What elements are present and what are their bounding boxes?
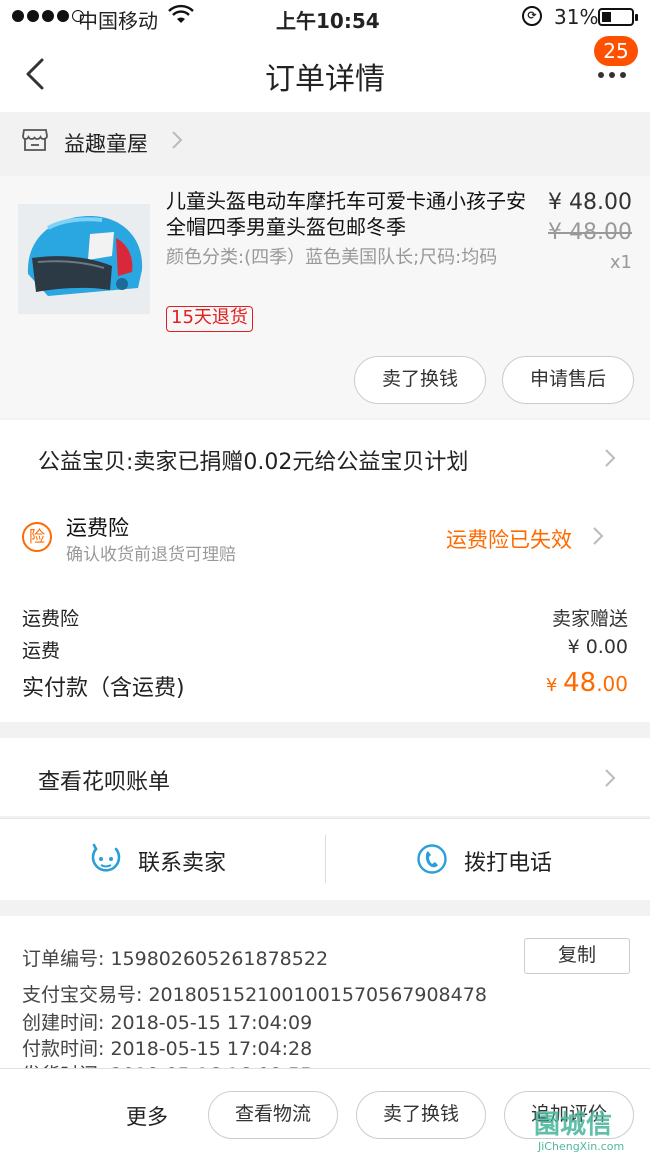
wifi-icon [168, 4, 194, 32]
battery-icon [598, 8, 638, 26]
after-sale-button[interactable]: 申请售后 [502, 356, 634, 404]
more-menu-button[interactable] [588, 62, 636, 92]
clock: 上午10:54 [276, 9, 380, 33]
watermark-url: JiChengXin.com [538, 1140, 625, 1153]
total-paid-value: ¥ 48.00 [546, 668, 628, 698]
charity-row[interactable]: 公益宝贝:卖家已捐赠0.02元给公益宝贝计划 [0, 420, 650, 500]
alipay-transaction-number: 支付宝交易号: 2018051521001001570567908478 [22, 984, 487, 1006]
created-time: 创建时间: 2018-05-15 17:04:09 [22, 1012, 313, 1034]
huabei-bill-row[interactable]: 查看花呗账单 [0, 738, 650, 816]
message-count-badge: 25 [594, 36, 638, 66]
insurance-status: 运费险已失效 [446, 528, 572, 552]
battery-percentage: 31% [554, 5, 599, 29]
order-number: 订单编号: 1598026052618785​22 [22, 948, 329, 970]
site-watermark: 園城信 JiChengXin.com [534, 1104, 650, 1156]
shipping-insurance-row[interactable]: 险 运费险 确认收货前退货可理赔 运费险已失效 [0, 504, 650, 574]
status-bar: 中国移动 上午10:54 ⟳ 31% [0, 0, 650, 36]
chevron-right-icon [170, 130, 184, 150]
contact-seller-label: 联系卖家 [138, 851, 227, 876]
more-actions-link[interactable]: 更多 [126, 1101, 168, 1131]
page-title: 订单详情 [265, 62, 385, 97]
product-card[interactable]: 儿童头盔电动车摩托车可爱卡通小孩子安全帽四季男童头盔包邮冬季 颜色分类:(四季）… [0, 176, 650, 418]
nav-bar: 订单详情 25 [0, 36, 650, 112]
insurance-title: 运费险 [66, 516, 129, 540]
resell-button[interactable]: 卖了换钱 [354, 356, 486, 404]
back-chevron-icon [26, 58, 44, 90]
chevron-right-icon [592, 526, 604, 546]
product-spec: 颜色分类:(四季）蓝色美国队长;尺码:均码 [166, 247, 498, 268]
total-decimal: .00 [596, 672, 628, 696]
product-quantity: x1 [609, 252, 632, 273]
store-icon [22, 128, 48, 152]
return-policy-tag: 15天退货 [166, 306, 253, 332]
insurance-fee-label: 运费险 [22, 608, 80, 630]
more-dots-icon [598, 72, 604, 78]
product-price: ¥ 48.00 [548, 190, 632, 215]
insurance-subtitle: 确认收货前退货可理赔 [66, 545, 236, 565]
chevron-right-icon [604, 448, 616, 468]
paid-time: 付款时间: 2018-05-15 17:04:28 [22, 1038, 313, 1060]
order-detail-page: 中国移动 上午10:54 ⟳ 31% 订单详情 25 益趣童屋 儿童头盔电动车摩… [0, 0, 650, 1156]
battery-level [602, 12, 611, 22]
contact-row: 联系卖家 拨打电话 [0, 818, 650, 900]
call-phone-label: 拨打电话 [464, 851, 553, 876]
product-image[interactable] [18, 204, 150, 314]
original-price: ¥ 48.00 [548, 220, 632, 245]
contact-seller-button[interactable]: 联系卖家 [0, 819, 325, 901]
order-info-card: 公益宝贝:卖家已捐赠0.02元给公益宝贝计划 险 运费险 确认收货前退货可理赔 … [0, 420, 650, 722]
shop-row[interactable]: 益趣童屋 [0, 114, 650, 174]
shop-name: 益趣童屋 [64, 132, 148, 156]
insurance-fee-value: 卖家赠送 [551, 608, 628, 630]
order-meta-section: 订单编号: 1598026052618785​22 复制 支付宝交易号: 201… [0, 916, 650, 1076]
shipping-fee-label: 运费 [22, 640, 61, 662]
resell-bottom-button[interactable]: 卖了换钱 [356, 1091, 486, 1139]
total-integer: 48 [563, 668, 597, 698]
view-logistics-button[interactable]: 查看物流 [208, 1091, 338, 1139]
carrier-name: 中国移动 [78, 9, 158, 33]
shipping-fee-value: ¥ 0.00 [567, 636, 628, 658]
helmet-image [18, 204, 150, 314]
call-phone-button[interactable]: 拨打电话 [326, 819, 650, 901]
insurance-icon: 险 [22, 522, 52, 552]
back-button[interactable] [18, 54, 58, 94]
product-title[interactable]: 儿童头盔电动车摩托车可爱卡通小孩子安全帽四季男童头盔包邮冬季 [166, 188, 534, 240]
signal-strength-icon [12, 10, 84, 22]
huabei-bill-text: 查看花呗账单 [38, 770, 171, 795]
watermark-logo: 園城信 [534, 1110, 613, 1140]
chevron-right-icon [604, 768, 616, 788]
chat-face-icon [90, 843, 122, 875]
charity-text: 公益宝贝:卖家已捐赠0.02元给公益宝贝计划 [38, 450, 469, 475]
total-currency: ¥ [545, 675, 564, 696]
copy-order-number-button[interactable]: 复制 [524, 938, 630, 974]
rotation-lock-icon: ⟳ [522, 6, 542, 26]
total-paid-label: 实付款（含运费) [22, 676, 185, 701]
phone-icon [416, 843, 448, 875]
